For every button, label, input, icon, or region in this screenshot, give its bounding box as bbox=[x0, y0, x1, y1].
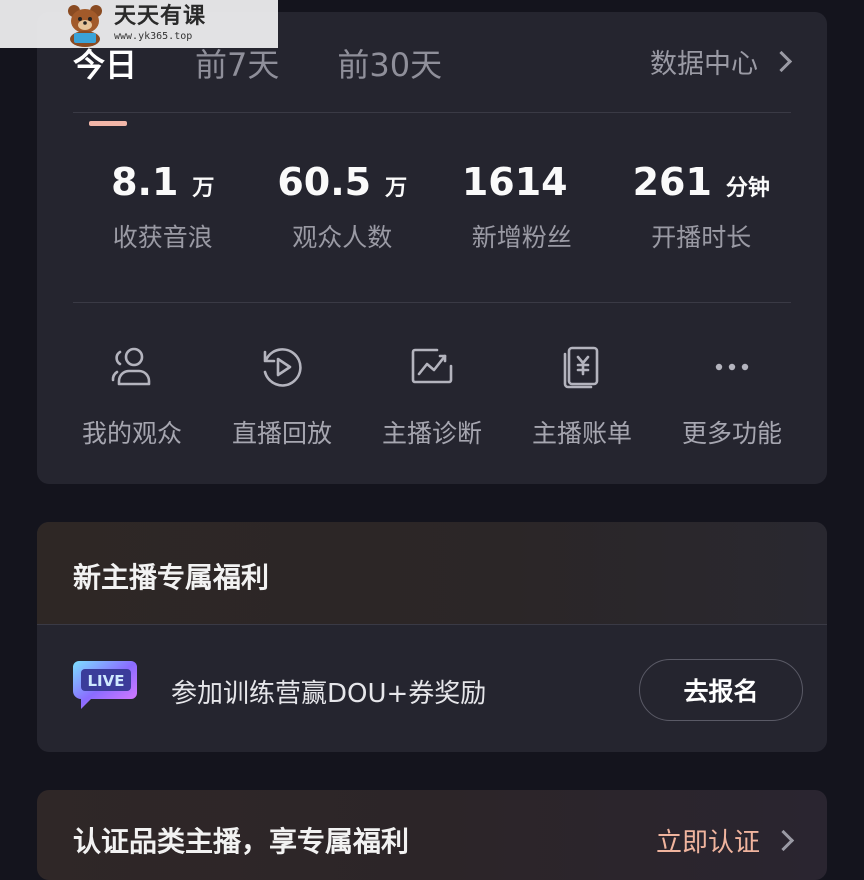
live-badge-text: LIVE bbox=[88, 672, 125, 690]
stat-label: 收获音浪 bbox=[112, 223, 213, 252]
tool-more[interactable]: 更多功能 bbox=[657, 342, 807, 450]
bill-icon bbox=[563, 346, 599, 389]
signup-button[interactable]: 去报名 bbox=[639, 659, 803, 721]
tool-label: 更多功能 bbox=[681, 419, 782, 448]
stat-unit: 分钟 bbox=[725, 176, 770, 201]
stat-viewers[interactable]: 60.5 万 观众人数 bbox=[253, 160, 433, 254]
certify-now-link[interactable]: 立即认证 bbox=[655, 822, 795, 859]
stats-row: 8.1 万 收获音浪 60.5 万 观众人数 1614 新增粉丝 261 分钟 开播时… bbox=[73, 160, 791, 254]
chevron-right-icon bbox=[772, 829, 795, 852]
stat-value: 261 bbox=[632, 160, 712, 204]
diagnosis-icon bbox=[411, 348, 453, 384]
stat-value: 60.5 bbox=[277, 160, 372, 204]
stat-duration[interactable]: 261 分钟 开播时长 bbox=[612, 160, 792, 254]
divider bbox=[73, 112, 791, 113]
live-stats-card: 今日 前7天 前30天 数据中心 8.1 万 收获音浪 60.5 万 观众人数 16… bbox=[37, 12, 827, 484]
stat-label: 新增粉丝 bbox=[471, 223, 572, 252]
welfare-header: 新主播专属福利 bbox=[37, 522, 827, 625]
stat-value: 1614 bbox=[461, 160, 568, 204]
tools-row: 我的观众 直播回放 主播诊断 主播账单 更多功能 bbox=[57, 342, 807, 450]
tool-label: 直播回放 bbox=[231, 419, 332, 448]
tool-bill[interactable]: 主播账单 bbox=[507, 342, 657, 450]
divider bbox=[73, 302, 791, 303]
data-center-link[interactable]: 数据中心 bbox=[650, 42, 793, 81]
new-streamer-welfare-card: 新主播专属福利 LIVE 参加训练营赢DOU+券奖励 去报名 bbox=[37, 522, 827, 752]
replay-icon bbox=[263, 348, 302, 387]
stat-value: 8.1 bbox=[111, 160, 179, 204]
category-cert-card: 认证品类主播，享专属福利 立即认证 bbox=[37, 790, 827, 880]
welfare-title: 新主播专属福利 bbox=[73, 561, 270, 594]
chevron-right-icon bbox=[770, 50, 793, 73]
watermark-title: 天天有课 bbox=[114, 4, 207, 29]
stat-income[interactable]: 8.1 万 收获音浪 bbox=[73, 160, 253, 254]
tool-label: 主播诊断 bbox=[381, 419, 482, 448]
stat-label: 观众人数 bbox=[292, 223, 393, 252]
certify-now-label: 立即认证 bbox=[655, 828, 760, 858]
welfare-item: LIVE 参加训练营赢DOU+券奖励 去报名 bbox=[37, 625, 827, 752]
watermark: 天天有课 www.yk365.top bbox=[0, 0, 278, 48]
tool-label: 我的观众 bbox=[81, 419, 182, 448]
data-center-label: 数据中心 bbox=[650, 49, 758, 80]
tool-my-audience[interactable]: 我的观众 bbox=[57, 342, 207, 450]
welfare-item-text: 参加训练营赢DOU+券奖励 bbox=[171, 679, 487, 709]
watermark-url: www.yk365.top bbox=[114, 31, 193, 42]
audience-icon bbox=[111, 347, 151, 386]
tool-label: 主播账单 bbox=[531, 419, 632, 448]
tool-replay[interactable]: 直播回放 bbox=[207, 342, 357, 450]
live-badge-icon: LIVE bbox=[73, 661, 137, 709]
tab-30-days[interactable]: 前30天 bbox=[337, 40, 442, 86]
more-icon bbox=[715, 363, 749, 371]
stat-unit: 万 bbox=[192, 176, 215, 201]
tool-diagnosis[interactable]: 主播诊断 bbox=[357, 342, 507, 450]
stat-new-fans[interactable]: 1614 新增粉丝 bbox=[432, 160, 612, 254]
cert-title: 认证品类主播，享专属福利 bbox=[73, 825, 410, 858]
stat-label: 开播时长 bbox=[651, 223, 752, 252]
stat-unit: 万 bbox=[385, 176, 408, 201]
bear-logo-icon bbox=[68, 5, 102, 47]
